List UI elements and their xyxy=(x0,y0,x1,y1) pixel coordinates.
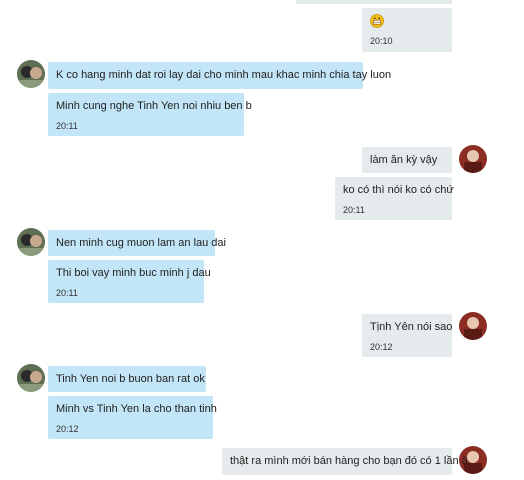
message-bubble-outgoing: ko có thì nói ko có chứ 20:11 xyxy=(335,177,454,220)
message-time: 20:12 xyxy=(370,342,393,352)
message-time: 20:11 xyxy=(56,288,78,298)
contact-avatar[interactable] xyxy=(17,364,45,392)
message-bubble-incoming: Minh cung nghe Tinh Yen noi nhiu ben b 2… xyxy=(48,93,252,136)
message-text: Tinh Yen noi b buon ban rat ok xyxy=(56,373,205,385)
message-bubble-incoming: Tinh Yen noi b buon ban rat ok xyxy=(48,366,206,392)
message-bubble-incoming: K co hang minh dat roi lay dai cho minh … xyxy=(48,62,392,89)
message-text: thật ra mình mới bán hàng cho bạn đó có … xyxy=(230,455,468,467)
contact-avatar[interactable] xyxy=(17,60,45,88)
message-time: 20:12 xyxy=(56,424,79,434)
previous-message-bubble xyxy=(296,0,452,4)
message-bubble-incoming: Nen minh cug muon lam an lau dai xyxy=(48,230,226,256)
my-avatar[interactable] xyxy=(459,312,487,340)
message-text: Thi boi vay minh buc minh j dau xyxy=(56,267,211,279)
message-text: ko có thì nói ko có chứ xyxy=(343,184,454,196)
my-avatar[interactable] xyxy=(459,145,487,173)
message-bubble-incoming: Thi boi vay minh buc minh j dau 20:11 xyxy=(48,260,211,303)
message-bubble-outgoing: thật ra mình mới bán hàng cho bạn đó có … xyxy=(222,448,468,475)
message-bubble-outgoing: Tịnh Yên nói sao 20:12 xyxy=(362,314,452,357)
contact-avatar[interactable] xyxy=(17,228,45,256)
message-text: Tịnh Yên nói sao xyxy=(370,321,453,333)
message-text: Minh cung nghe Tinh Yen noi nhiu ben b xyxy=(56,100,252,112)
message-bubble-incoming: Minh vs Tinh Yen la cho than tinh 20:12 xyxy=(48,396,217,439)
grinning-face-icon xyxy=(370,14,384,28)
message-text: K co hang minh dat roi lay dai cho minh … xyxy=(56,69,392,81)
message-text: Minh vs Tinh Yen la cho than tinh xyxy=(56,403,217,415)
message-time: 20:10 xyxy=(370,36,393,47)
message-time: 20:11 xyxy=(56,121,78,131)
message-text: làm ăn kỳ vậy xyxy=(370,154,438,166)
message-bubble-outgoing: 20:10 xyxy=(362,8,452,52)
message-time: 20:11 xyxy=(343,205,365,215)
message-text: Nen minh cug muon lam an lau dai xyxy=(56,237,226,249)
message-bubble-outgoing: làm ăn kỳ vậy xyxy=(362,147,452,173)
message-content xyxy=(370,14,444,28)
